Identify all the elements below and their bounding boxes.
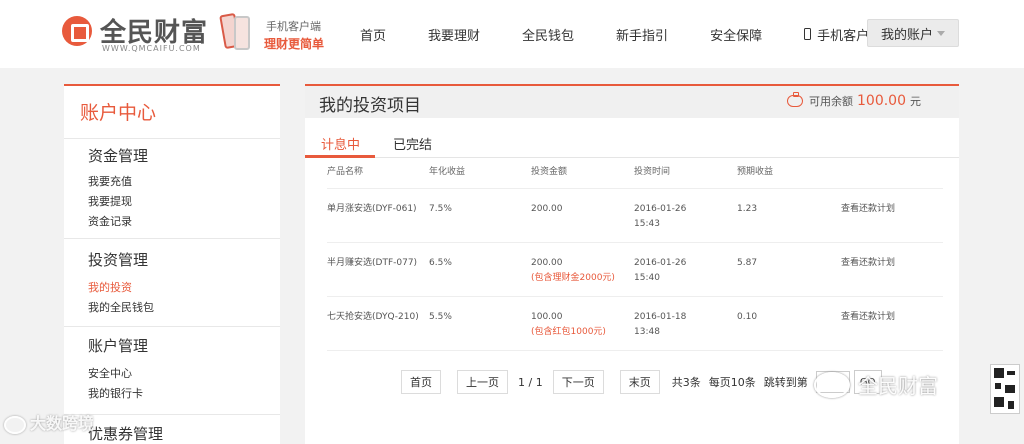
active-tab-indicator <box>305 155 375 158</box>
sidebar-heading-coupons[interactable]: 优惠券管理 <box>88 423 163 444</box>
table-bottom-divider <box>327 350 943 351</box>
expected-return: 0.10 <box>737 312 758 322</box>
view-repayment-plan-link[interactable]: 查看还款计划 <box>841 256 895 270</box>
column-header-expected: 预期收益 <box>737 167 774 177</box>
phones-illustration-icon <box>219 12 254 54</box>
invest-time: 15:40 <box>634 273 660 283</box>
sidebar-item-my-wallet[interactable]: 我的全民钱包 <box>88 299 154 315</box>
total-count: 共3条 <box>671 376 701 389</box>
piggy-bank-icon <box>787 92 803 107</box>
invest-date: 2016-01-26 <box>634 258 687 268</box>
nav-home[interactable]: 首页 <box>360 25 386 44</box>
mobile-phone-icon <box>804 28 812 40</box>
annual-rate: 5.5% <box>429 312 452 322</box>
nav-invest[interactable]: 我要理财 <box>428 25 480 44</box>
tab-accruing[interactable]: 计息中 <box>321 134 360 153</box>
my-account-button[interactable]: 我的账户 <box>867 19 959 47</box>
expected-return: 5.87 <box>737 258 758 268</box>
balance-label: 可用余额 <box>809 95 853 108</box>
sidebar-item-withdraw[interactable]: 我要提现 <box>88 193 132 209</box>
sidebar-heading-account: 账户管理 <box>88 337 149 355</box>
table-row: 单月涨安选(DYF-061) 7.5% 200.00 2016-01-26 15… <box>327 188 943 242</box>
amount-note: (包含理财金2000元) <box>531 273 615 283</box>
status-tabs: 计息中 已完结 <box>305 130 959 158</box>
first-page-button[interactable]: 首页 <box>401 370 441 394</box>
sidebar-title: 账户中心 <box>80 102 157 124</box>
sidebar-group-account: 账户管理 安全中心 我的银行卡 <box>64 326 280 414</box>
watermark-left: 大数跨境 <box>4 410 94 434</box>
chevron-down-icon <box>937 30 945 36</box>
page-status: 1 / 1 <box>518 375 543 389</box>
sidebar-item-security-center[interactable]: 安全中心 <box>88 365 132 381</box>
invest-date: 2016-01-26 <box>634 204 687 214</box>
nav-security[interactable]: 安全保障 <box>710 25 762 44</box>
brand-domain: WWW.QMCAIFU.COM <box>102 44 201 53</box>
product-name: 半月赚安选(DTF-077) <box>327 258 418 268</box>
brand-logo[interactable]: 全民财富 WWW.QMCAIFU.COM <box>62 14 212 54</box>
balance-unit: 元 <box>910 95 921 108</box>
product-name: 单月涨安选(DYF-061) <box>327 204 417 214</box>
sidebar-heading-investment: 投资管理 <box>88 251 149 269</box>
sidebar-group-investment: 投资管理 我的投资 我的全民钱包 <box>64 238 280 326</box>
main-nav: 首页 我要理财 全民钱包 新手指引 安全保障 手机客户端 <box>360 0 924 68</box>
sidebar-group-coupons: 优惠券管理 <box>64 414 280 444</box>
column-header-time: 投资时间 <box>634 167 671 177</box>
sidebar-item-my-investment[interactable]: 我的投资 <box>88 279 132 295</box>
page-title: 我的投资项目 <box>319 96 421 116</box>
invest-amount: 100.00 <box>531 312 563 322</box>
table-row: 七天抢安选(DYQ-210) 5.5% 100.00 (包含红包1000元) 2… <box>327 296 943 350</box>
next-page-button[interactable]: 下一页 <box>552 370 604 394</box>
column-header-amount: 投资金额 <box>531 167 568 177</box>
column-header-product: 产品名称 <box>327 167 364 177</box>
per-page-count: 每页10条 <box>708 376 756 389</box>
view-repayment-plan-link[interactable]: 查看还款计划 <box>841 202 895 216</box>
amount-note: (包含红包1000元) <box>531 327 606 337</box>
annual-rate: 6.5% <box>429 258 452 268</box>
table-row: 半月赚安选(DTF-077) 6.5% 200.00 (包含理财金2000元) … <box>327 242 943 296</box>
watermark-right: 全民财富 <box>814 370 938 399</box>
account-sidebar: 账户中心 资金管理 我要充值 我要提现 资金记录 投资管理 我的投资 我的全民钱… <box>64 84 280 444</box>
sidebar-item-recharge[interactable]: 我要充值 <box>88 173 132 189</box>
wechat-logo-icon <box>4 415 26 434</box>
invest-amount: 200.00 <box>531 258 563 268</box>
app-promo[interactable]: 手机客户端 理财更简单 <box>219 12 362 56</box>
sidebar-item-fund-records[interactable]: 资金记录 <box>88 213 132 229</box>
app-promo-line2: 理财更简单 <box>264 37 325 51</box>
qr-code-icon <box>990 364 1020 414</box>
top-header: 全民财富 WWW.QMCAIFU.COM 手机客户端 理财更简单 首页 我要理财… <box>0 0 1024 68</box>
invest-date: 2016-01-18 <box>634 312 687 322</box>
my-account-label: 我的账户 <box>880 27 933 43</box>
column-header-rate: 年化收益 <box>429 167 466 177</box>
product-name: 七天抢安选(DYQ-210) <box>327 312 419 322</box>
invest-amount: 200.00 <box>531 204 563 214</box>
nav-wallet[interactable]: 全民钱包 <box>522 25 574 44</box>
pagination: 首页 上一页 1 / 1 下一页 末页 共3条 每页10条 跳转到第 GO <box>401 370 882 394</box>
logo-icon <box>62 16 92 46</box>
panel-header: 我的投资项目 可用余额 100.00 元 <box>305 86 959 118</box>
view-repayment-plan-link[interactable]: 查看还款计划 <box>841 310 895 324</box>
sidebar-group-funds: 资金管理 我要充值 我要提现 资金记录 <box>64 138 280 238</box>
tab-completed[interactable]: 已完结 <box>393 134 432 153</box>
available-balance: 可用余额 100.00 元 <box>787 92 921 109</box>
nav-guide[interactable]: 新手指引 <box>616 25 668 44</box>
last-page-button[interactable]: 末页 <box>619 370 660 394</box>
jump-label: 跳转到第 <box>763 376 808 389</box>
balance-amount: 100.00 <box>857 93 906 109</box>
sidebar-item-bank-card[interactable]: 我的银行卡 <box>88 385 143 401</box>
watermark-right-text: 全民财富 <box>858 374 938 398</box>
expected-return: 1.23 <box>737 204 758 214</box>
wechat-logo-icon <box>814 371 850 398</box>
sidebar-heading-funds: 资金管理 <box>88 147 149 165</box>
invest-time: 13:48 <box>634 327 660 337</box>
prev-page-button[interactable]: 上一页 <box>457 370 508 394</box>
annual-rate: 7.5% <box>429 204 452 214</box>
invest-time: 15:43 <box>634 219 660 229</box>
watermark-left-text: 大数跨境 <box>30 414 95 433</box>
app-promo-line1: 手机客户端 <box>266 20 321 33</box>
